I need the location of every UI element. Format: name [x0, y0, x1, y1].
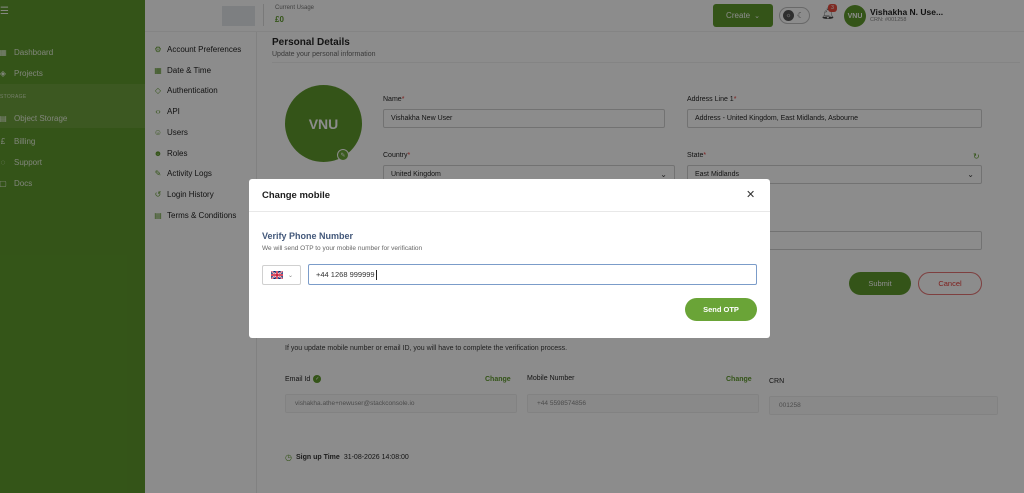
modal-title: Change mobile — [262, 190, 331, 201]
close-icon[interactable]: ✕ — [746, 188, 755, 201]
country-code-select[interactable]: ⌄ — [262, 265, 301, 285]
app-root: ☰ ▦ Dashboard ◈ Projects STORAGE ▤ Objec… — [0, 0, 1024, 493]
phone-number-value: +44 1268 999999 — [316, 270, 375, 279]
chevron-down-icon: ⌄ — [288, 272, 294, 279]
send-otp-button[interactable]: Send OTP — [685, 298, 757, 321]
text-caret — [375, 269, 377, 280]
modal-divider — [249, 211, 770, 212]
uk-flag-icon — [271, 271, 283, 279]
change-mobile-modal: Change mobile ✕ Verify Phone Number We w… — [249, 179, 770, 338]
verify-phone-title: Verify Phone Number — [262, 231, 354, 241]
phone-number-input[interactable]: +44 1268 999999 — [308, 264, 757, 285]
verify-phone-subtitle: We will send OTP to your mobile number f… — [262, 245, 423, 252]
